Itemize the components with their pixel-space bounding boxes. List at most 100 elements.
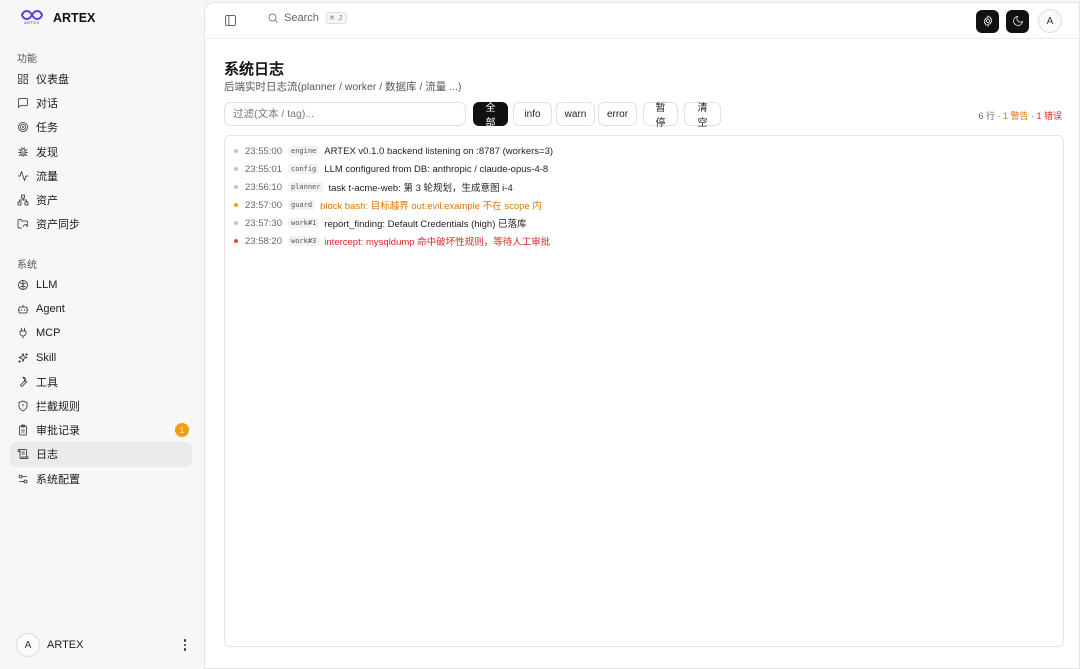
level-dot <box>234 167 238 171</box>
log-time: 23:55:00 <box>245 145 282 157</box>
user-menu[interactable]: A ARTEX <box>16 633 190 657</box>
sidebar-item-label: MCP <box>36 327 61 340</box>
filter-all-button[interactable]: 全部 <box>473 102 508 129</box>
search-icon <box>268 13 278 23</box>
sidebar-item-skill[interactable]: Skill <box>10 346 192 370</box>
warn-count: 1 警告 <box>1002 111 1029 121</box>
sidebar-item-label: 仪表盘 <box>36 74 69 87</box>
network-icon <box>17 194 29 206</box>
log-tag: planner <box>287 182 324 192</box>
log-tag: work#1 <box>287 218 320 228</box>
theme-toggle-button[interactable] <box>1006 9 1029 33</box>
level-dot <box>234 149 238 153</box>
topbar-actions: A <box>976 9 1062 33</box>
log-tag: guard <box>287 200 316 210</box>
log-time: 23:55:01 <box>245 163 282 175</box>
sidebar-item-label: 任务 <box>36 122 58 135</box>
sidebar-item-intercept-rules[interactable]: 拦截规则 <box>10 394 192 418</box>
log-message: LLM configured from DB: anthropic / clau… <box>324 163 549 175</box>
log-time: 23:58:20 <box>245 235 282 247</box>
log-message: ARTEX v0.1.0 backend listening on :8787 … <box>324 145 554 157</box>
topbar: Search ⌘ J A <box>205 3 1079 39</box>
log-counts: 6 行 · 1 警告 · 1 错误 <box>978 109 1062 122</box>
sidebar-item-logs[interactable]: 日志 <box>10 442 192 467</box>
brain-icon <box>17 279 29 291</box>
sidebar-item-label: 资产同步 <box>36 219 80 232</box>
gear-icon <box>983 15 992 27</box>
bot-icon <box>17 303 29 315</box>
sidebar-item-label: 拦截规则 <box>36 401 80 414</box>
search-button[interactable]: Search ⌘ J <box>267 12 347 24</box>
approval-count-badge: 1 <box>175 423 189 438</box>
folder-sync-icon <box>17 218 29 230</box>
logs-icon <box>17 448 29 460</box>
sidebar-item-findings[interactable]: 发现 <box>10 140 192 164</box>
log-tag: config <box>287 164 320 174</box>
level-dot <box>234 185 238 189</box>
moon-icon <box>1012 16 1023 26</box>
nav-system: LLM Agent MCP Skill 工具 拦截规则 审批记录 1 日志 系统… <box>10 273 192 491</box>
settings-button[interactable] <box>976 9 999 33</box>
dashboard-icon <box>17 73 29 85</box>
log-row: 23:55:01 config LLM configured from DB: … <box>234 162 548 176</box>
sidebar-item-agent[interactable]: Agent <box>10 297 192 321</box>
sparkles-icon <box>17 352 29 364</box>
more-vertical-icon[interactable] <box>180 639 190 651</box>
sidebar-item-tasks[interactable]: 任务 <box>10 115 192 139</box>
pause-button[interactable]: 暂停 <box>643 102 678 129</box>
sidebar-item-dashboard[interactable]: 仪表盘 <box>10 67 192 91</box>
log-row: 23:57:30 work#1 report_finding: Default … <box>234 216 527 230</box>
sidebar-item-label: 流量 <box>36 170 58 183</box>
activity-icon <box>17 170 29 182</box>
clipboard-icon <box>17 424 29 436</box>
sidebar-toggle-icon[interactable] <box>224 14 238 28</box>
log-toolbar: 全部 info warn error 暂停 清空 <box>224 102 721 129</box>
sidebar-item-chat[interactable]: 对话 <box>10 91 192 115</box>
search-shortcut: ⌘ J <box>325 12 347 24</box>
sidebar-item-label: Skill <box>36 351 57 364</box>
level-dot-warn <box>234 203 238 207</box>
panel-corner-overlay <box>781 612 1063 646</box>
sidebar-item-asset-sync[interactable]: 资产同步 <box>10 212 192 236</box>
error-count: 1 错误 <box>1036 111 1062 121</box>
section-label-system: 系统 <box>17 260 37 271</box>
sidebar-item-traffic[interactable]: 流量 <box>10 164 192 188</box>
log-time: 23:57:30 <box>245 217 282 229</box>
avatar[interactable]: A <box>1038 9 1062 33</box>
sidebar-item-label: 资产 <box>36 195 58 208</box>
log-list[interactable]: 23:55:00 engine ARTEX v0.1.0 backend lis… <box>224 135 1064 647</box>
section-label-features: 功能 <box>17 54 37 65</box>
brand[interactable]: ARTEX ARTEX <box>21 9 95 27</box>
filter-error-button[interactable]: error <box>598 102 637 126</box>
sidebar-item-assets[interactable]: 资产 <box>10 188 192 212</box>
shield-icon <box>17 400 29 412</box>
search-label: Search <box>284 12 319 24</box>
page-subtitle: 后端实时日志流(planner / worker / 数据库 / 流量 ...) <box>224 81 462 93</box>
log-message: report_finding: Default Credentials (hig… <box>324 219 527 230</box>
sidebar-item-llm[interactable]: LLM <box>10 273 192 297</box>
logo-text: ARTEX <box>24 20 40 25</box>
page-title: 系统日志 <box>224 61 285 78</box>
log-message: intercept: mysqldump 命中破坏性规则，等待人工审批 <box>324 237 551 248</box>
wrench-icon <box>17 376 29 388</box>
log-row: 23:58:20 work#3 intercept: mysqldump 命中破… <box>234 234 550 248</box>
sidebar-item-label: 审批记录 <box>36 425 80 438</box>
sidebar-item-label: Agent <box>36 303 65 316</box>
sidebar-item-label: 日志 <box>36 449 58 462</box>
artex-logo-icon: ARTEX <box>21 9 43 27</box>
sidebar-item-label: 工具 <box>36 376 58 389</box>
sidebar-item-system-config[interactable]: 系统配置 <box>10 467 192 491</box>
filter-warn-button[interactable]: warn <box>556 102 595 126</box>
filter-input[interactable] <box>224 102 466 126</box>
sidebar-item-approvals[interactable]: 审批记录 1 <box>10 418 192 442</box>
level-dot-error <box>234 239 238 243</box>
avatar: A <box>16 633 40 657</box>
log-message: block bash: 目标越界 out.evil.example 不在 sco… <box>320 201 542 212</box>
log-row: 23:55:00 engine ARTEX v0.1.0 backend lis… <box>234 144 553 158</box>
sidebar-item-mcp[interactable]: MCP <box>10 321 192 345</box>
sidebar-item-tools[interactable]: 工具 <box>10 370 192 394</box>
clear-button[interactable]: 清空 <box>684 102 721 129</box>
filter-info-button[interactable]: info <box>513 102 552 126</box>
chat-icon <box>17 97 29 109</box>
log-time: 23:57:00 <box>245 199 282 211</box>
